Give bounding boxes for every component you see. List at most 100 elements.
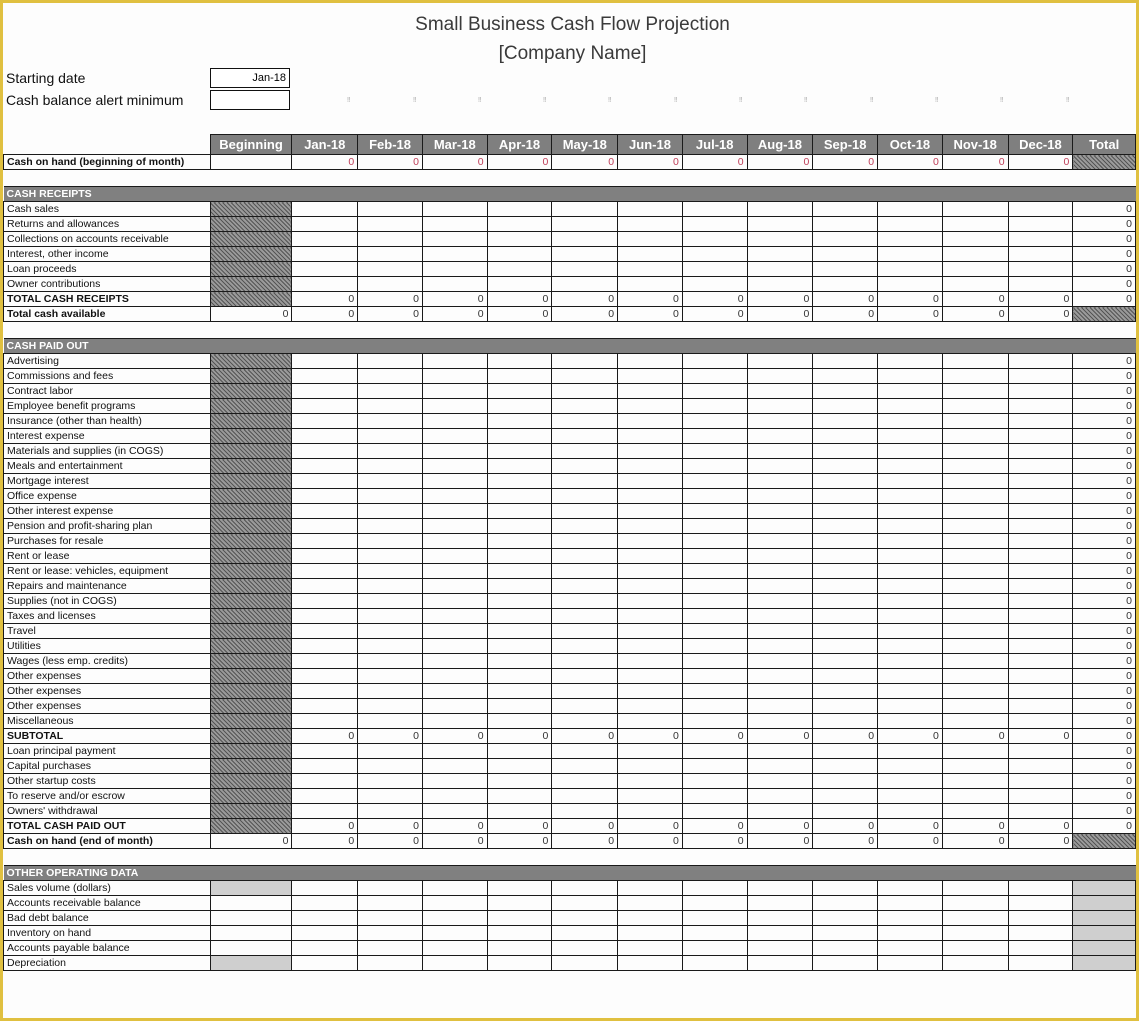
month-input-cell[interactable] [357,353,423,369]
month-input-cell[interactable] [941,955,1009,971]
month-input-cell[interactable] [812,593,879,609]
month-input-cell[interactable] [617,713,683,729]
month-input-cell[interactable] [291,638,359,654]
month-input-cell[interactable] [421,503,488,519]
month-input-cell[interactable] [941,578,1009,594]
month-input-cell[interactable] [941,458,1009,474]
month-input-cell[interactable] [877,261,943,277]
month-input-cell[interactable] [291,925,359,941]
month-input-cell[interactable] [421,518,488,534]
month-input-cell[interactable] [681,668,748,684]
month-input-cell[interactable] [877,773,943,789]
month-input-cell[interactable] [551,698,619,714]
month-input-cell[interactable] [486,413,553,429]
month-input-cell[interactable] [877,518,943,534]
month-input-cell[interactable] [421,261,488,277]
month-input-cell[interactable] [357,563,423,579]
month-input-cell[interactable] [746,940,814,956]
month-input-cell[interactable] [812,503,879,519]
month-input-cell[interactable] [1007,713,1074,729]
month-input-cell[interactable] [877,668,943,684]
month-input-cell[interactable] [746,895,814,911]
month-input-cell[interactable] [681,563,748,579]
month-input-cell[interactable] [357,428,423,444]
month-input-cell[interactable] [551,246,619,262]
month-input-cell[interactable] [357,216,423,232]
month-input-cell[interactable] [291,803,359,819]
month-input-cell[interactable] [877,608,943,624]
month-input-cell[interactable] [357,503,423,519]
month-input-cell[interactable] [746,623,814,639]
month-input-cell[interactable] [746,473,814,489]
month-input-cell[interactable] [1007,623,1074,639]
month-input-cell[interactable] [421,758,488,774]
month-input-cell[interactable] [746,216,814,232]
month-input-cell[interactable] [486,803,553,819]
month-input-cell[interactable] [877,895,943,911]
month-input-cell[interactable] [421,368,488,384]
month-input-cell[interactable] [357,533,423,549]
month-input-cell[interactable] [617,653,683,669]
month-input-cell[interactable] [291,413,359,429]
month-input-cell[interactable] [357,653,423,669]
month-input-cell[interactable] [681,578,748,594]
month-input-cell[interactable] [486,698,553,714]
month-input-cell[interactable] [941,503,1009,519]
month-input-cell[interactable] [486,895,553,911]
month-input-cell[interactable] [551,518,619,534]
month-input-cell[interactable] [357,743,423,759]
month-input-cell[interactable] [812,473,879,489]
month-input-cell[interactable] [746,488,814,504]
month-input-cell[interactable] [617,895,683,911]
month-input-cell[interactable] [681,261,748,277]
month-input-cell[interactable] [617,503,683,519]
month-input-cell[interactable] [877,458,943,474]
month-input-cell[interactable] [812,458,879,474]
month-input-cell[interactable] [617,623,683,639]
month-input-cell[interactable] [617,443,683,459]
month-input-cell[interactable] [681,880,748,896]
month-input-cell[interactable] [291,743,359,759]
month-input-cell[interactable] [291,518,359,534]
month-input-cell[interactable] [421,216,488,232]
month-input-cell[interactable] [486,743,553,759]
month-input-cell[interactable] [877,201,943,217]
month-input-cell[interactable] [551,773,619,789]
month-input-cell[interactable] [681,638,748,654]
month-input-cell[interactable] [746,910,814,926]
month-input-cell[interactable] [617,548,683,564]
month-input-cell[interactable] [421,668,488,684]
month-input-cell[interactable] [486,653,553,669]
month-input-cell[interactable] [941,668,1009,684]
month-input-cell[interactable] [551,653,619,669]
month-input-cell[interactable] [486,276,553,292]
month-input-cell[interactable] [1007,443,1074,459]
month-input-cell[interactable] [486,473,553,489]
month-input-cell[interactable] [941,940,1009,956]
month-input-cell[interactable] [617,473,683,489]
month-input-cell[interactable] [551,428,619,444]
month-input-cell[interactable] [746,713,814,729]
month-input-cell[interactable] [877,473,943,489]
month-input-cell[interactable] [681,548,748,564]
month-input-cell[interactable] [812,276,879,292]
month-input-cell[interactable] [941,216,1009,232]
month-input-cell[interactable] [681,758,748,774]
month-input-cell[interactable] [1007,518,1074,534]
month-input-cell[interactable] [746,413,814,429]
month-input-cell[interactable] [746,458,814,474]
month-input-cell[interactable] [681,458,748,474]
month-input-cell[interactable] [877,533,943,549]
month-input-cell[interactable] [291,713,359,729]
month-input-cell[interactable] [1007,428,1074,444]
month-input-cell[interactable] [291,276,359,292]
month-input-cell[interactable] [812,443,879,459]
month-input-cell[interactable] [291,473,359,489]
month-input-cell[interactable] [1007,925,1074,941]
month-input-cell[interactable] [551,231,619,247]
month-input-cell[interactable] [681,910,748,926]
month-input-cell[interactable] [421,443,488,459]
month-input-cell[interactable] [617,668,683,684]
month-input-cell[interactable] [617,698,683,714]
month-input-cell[interactable] [617,925,683,941]
